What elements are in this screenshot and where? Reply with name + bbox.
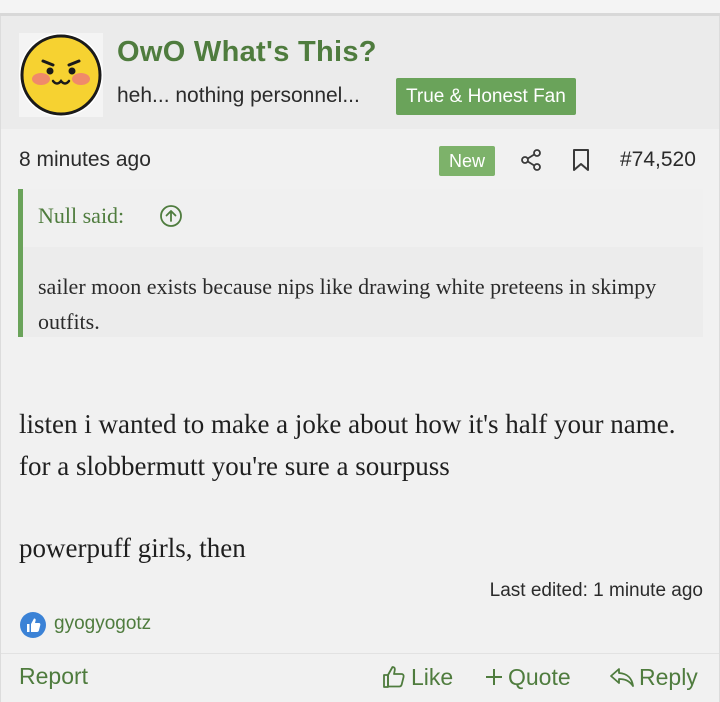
reaction-users-link[interactable]: gyogyogotz [54,613,151,635]
post-header: OwO What's This? heh... nothing personne… [1,16,719,129]
username-link[interactable]: OwO What's This? [117,36,377,69]
like-label: Like [411,663,454,690]
thumbs-up-icon [383,666,405,688]
last-edited: Last edited: 1 minute ago [489,580,703,601]
reply-label: Reply [639,663,698,690]
new-badge: New [439,146,495,176]
bookmark-icon[interactable] [570,148,592,172]
report-link[interactable]: Report [19,663,88,690]
reply-button[interactable]: Reply [609,661,698,693]
post-timestamp-link[interactable]: 8 minutes ago [19,148,151,172]
quote-label: Quote [508,663,571,690]
page-top-border [0,0,720,16]
quote-block: Null said: sailer moon exists because ni… [18,189,703,337]
message-body: listen i wanted to make a joke about how… [19,403,709,569]
post-number-link[interactable]: #74,520 [620,148,696,172]
quote-header [23,189,703,247]
like-button[interactable]: Like [381,661,453,693]
user-banner: True & Honest Fan [396,78,576,115]
quote-author[interactable]: Null said: [38,203,124,229]
avatar[interactable] [19,33,103,117]
quote-button[interactable]: Quote [484,661,571,693]
arrow-up-circle-icon[interactable] [159,204,183,228]
post-container: OwO What's This? heh... nothing personne… [0,16,720,702]
avatar-emoji-icon [20,34,102,116]
message-paragraph: listen i wanted to make a joke about how… [19,409,676,481]
footer-divider [1,653,719,654]
user-title: heh... nothing personnel... [117,84,360,107]
plus-icon [486,669,502,685]
post-body: 8 minutes ago New #74,520 Null said: sai… [1,129,719,702]
share-icon[interactable] [519,148,543,172]
like-reaction-icon[interactable] [19,611,47,639]
reply-arrow-icon [610,668,634,687]
message-paragraph: powerpuff girls, then [19,533,246,563]
quote-text: sailer moon exists because nips like dra… [38,274,657,334]
